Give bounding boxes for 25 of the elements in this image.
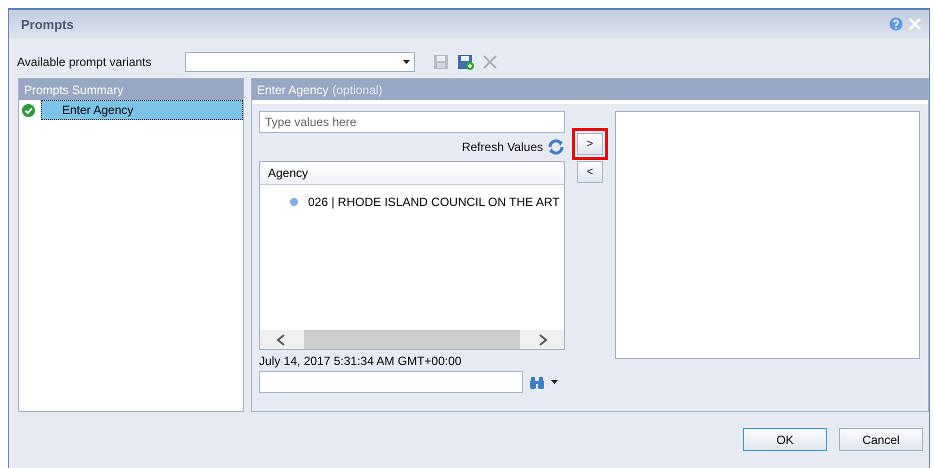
search-field[interactable]: Type values here <box>259 111 565 133</box>
refresh-link[interactable]: Refresh Values <box>462 140 543 154</box>
window-title: Prompts <box>21 16 74 32</box>
save-as-icon[interactable] <box>457 54 475 70</box>
help-icon[interactable] <box>889 17 903 31</box>
timestamp: July 14, 2017 5:31:34 AM GMT+00:00 <box>259 354 462 368</box>
variants-dropdown[interactable] <box>185 52 415 72</box>
caret-icon[interactable] <box>551 380 558 384</box>
optional-note: (optional) <box>332 82 382 96</box>
binoculars-icon[interactable] <box>529 376 545 388</box>
close-icon[interactable] <box>909 18 921 30</box>
bullet-icon <box>290 198 298 206</box>
variants-label: Available prompt variants <box>17 55 153 69</box>
value-item[interactable]: 026 | RHODE ISLAND COUNCIL ON THE ART <box>308 195 560 209</box>
prompt-title: Enter Agency <box>257 82 328 96</box>
move-button[interactable]: > <box>577 133 603 155</box>
search-text-field[interactable] <box>259 371 523 393</box>
summary-item[interactable]: Enter Agency <box>41 100 243 120</box>
dialog-button[interactable]: Cancel <box>839 428 923 451</box>
refresh-icon[interactable] <box>547 139 565 155</box>
dialog-button[interactable]: OK <box>743 428 827 451</box>
move-button[interactable]: < <box>577 161 603 183</box>
caret-icon <box>403 60 410 64</box>
summary-header: Prompts Summary <box>19 79 243 100</box>
scrollbar-thumb[interactable] <box>304 330 520 349</box>
